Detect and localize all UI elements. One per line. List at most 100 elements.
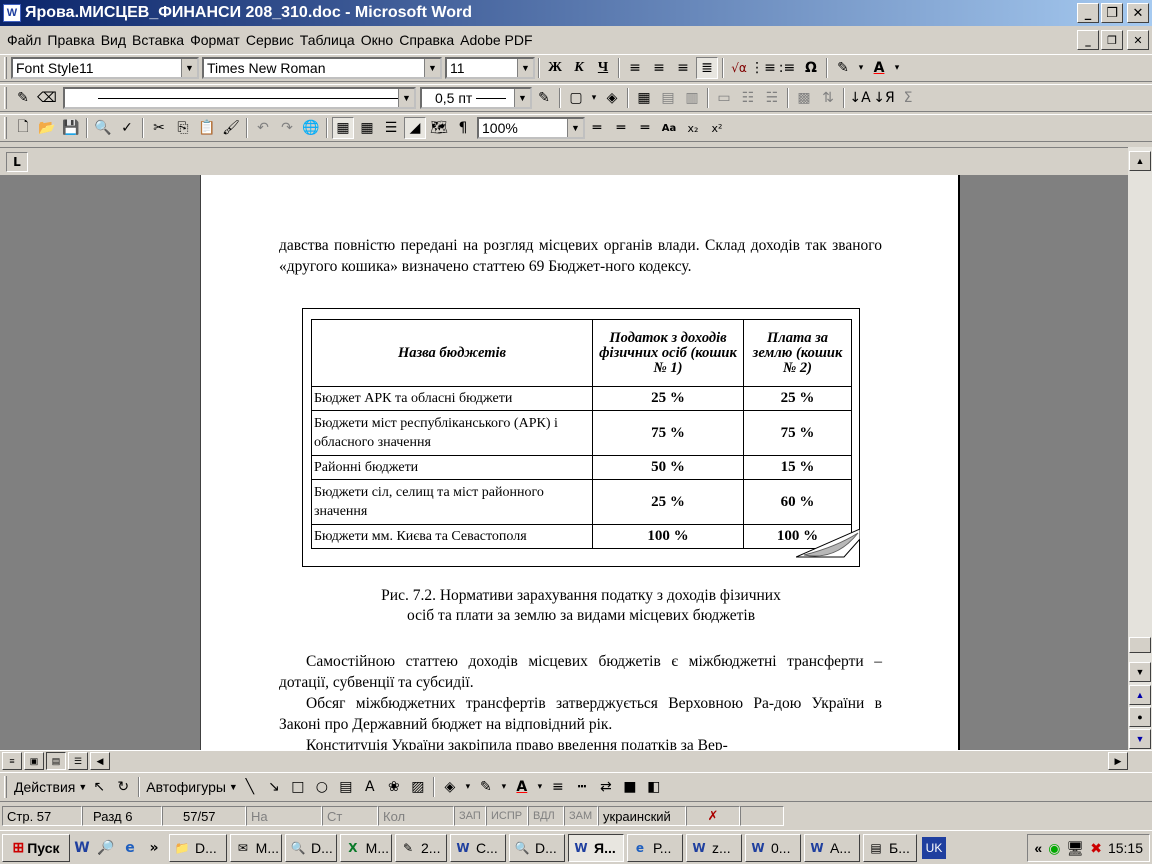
arrow-style-icon[interactable]: ⇄ <box>595 776 617 798</box>
web-view-icon[interactable]: ▣ <box>24 752 44 770</box>
chevron-down-icon[interactable]: ▼ <box>424 59 440 77</box>
word-quicklaunch-icon[interactable]: W <box>71 837 93 859</box>
vertical-scrollbar[interactable]: ▲ ▼ ▲ ● ▼ <box>1128 147 1152 750</box>
zoom-combo[interactable]: 100% ▼ <box>477 117 585 139</box>
horizontal-scrollbar[interactable]: ≡ ▣ ▤ ☰ ◀ ▶ <box>0 750 1152 772</box>
document-map-icon[interactable]: 🗺 <box>428 117 450 139</box>
chevron-down-icon[interactable]: ▾ <box>463 776 473 798</box>
insert-picture-icon[interactable]: ▨ <box>407 776 429 798</box>
font-combo[interactable]: Times New Roman ▼ <box>202 57 442 79</box>
taskbar-item[interactable]: W С... <box>450 833 506 862</box>
font-size-combo[interactable]: 11 ▼ <box>445 57 535 79</box>
toolbar-grip[interactable] <box>4 776 7 798</box>
line-icon[interactable]: ╲ <box>239 776 261 798</box>
document-page[interactable]: давства повністю передані на розгляд міс… <box>200 175 960 750</box>
select-objects-icon[interactable]: ↖ <box>88 776 110 798</box>
superscript-icon[interactable]: x² <box>706 117 728 139</box>
line-spacing-15-icon[interactable]: ═ <box>610 117 632 139</box>
oval-icon[interactable]: ○ <box>311 776 333 798</box>
clock[interactable]: 15:15 <box>1108 840 1143 856</box>
spelling-status-icon[interactable]: ✗ <box>686 806 740 826</box>
line-weight-combo[interactable]: 0,5 пт ▼ <box>420 87 532 109</box>
menu-file[interactable]: Файл <box>4 32 44 48</box>
line-spacing-2-icon[interactable]: ═ <box>634 117 656 139</box>
copy-icon[interactable]: ⎘ <box>172 117 194 139</box>
chevron-down-icon[interactable]: ▼ <box>229 782 238 792</box>
paste-icon[interactable]: 📋 <box>196 117 218 139</box>
budget-table[interactable]: Назва бюджетів Податок з доходів фізични… <box>311 319 852 549</box>
chevron-down-icon[interactable]: ▾ <box>892 57 902 79</box>
tab-selector-icon[interactable]: L <box>6 152 28 172</box>
chevron-down-icon[interactable]: ▾ <box>499 776 509 798</box>
autoshapes-menu[interactable]: Автофигуры <box>143 779 229 795</box>
doc-restore-button[interactable]: ❐ <box>1101 30 1123 50</box>
equation-icon[interactable]: √α <box>728 57 750 79</box>
line-style-icon[interactable]: ≡ <box>547 776 569 798</box>
3d-icon[interactable]: ◧ <box>643 776 665 798</box>
dash-style-icon[interactable]: ┅ <box>571 776 593 798</box>
clipart-icon[interactable]: ❀ <box>383 776 405 798</box>
wordart-icon[interactable]: A <box>359 776 381 798</box>
paragraph[interactable]: Самостійною статтею доходів місцевих бюд… <box>279 651 882 693</box>
drawing-toggle-icon[interactable]: ◢ <box>404 117 426 139</box>
insert-table-icon[interactable]: ▦ <box>356 117 378 139</box>
font-color-icon[interactable]: A <box>868 57 890 79</box>
print-layout-view-icon[interactable]: ▤ <box>46 752 66 770</box>
eraser-icon[interactable]: ⌫ <box>36 87 58 109</box>
toolbar-grip[interactable] <box>4 57 7 79</box>
taskbar-item[interactable]: 🔍 D... <box>509 833 565 862</box>
align-right-icon[interactable]: ≡ <box>672 57 694 79</box>
new-document-icon[interactable]: 🗋 <box>12 117 34 139</box>
scroll-right-icon[interactable]: ▶ <box>1108 752 1128 770</box>
line-style-combo[interactable]: ▼ <box>63 87 416 109</box>
minimize-button[interactable]: _ <box>1077 3 1099 23</box>
taskbar-item[interactable]: e Р... <box>627 833 683 862</box>
borders-icon[interactable]: ▢ <box>565 87 587 109</box>
menu-window[interactable]: Окно <box>358 32 397 48</box>
fill-color-icon[interactable]: ◈ <box>439 776 461 798</box>
undo-icon[interactable]: ↶ <box>252 117 274 139</box>
taskbar-item[interactable]: X M... <box>340 833 392 862</box>
chevron-down-icon[interactable]: ▼ <box>78 782 87 792</box>
insert-table-icon[interactable]: ▦ <box>633 87 655 109</box>
actions-menu[interactable]: Действия <box>11 779 78 795</box>
line-spacing-1-icon[interactable]: ═ <box>586 117 608 139</box>
menu-view[interactable]: Вид <box>98 32 129 48</box>
subscript-icon[interactable]: x₂ <box>682 117 704 139</box>
taskbar-item[interactable]: ▤ Б... <box>863 833 917 862</box>
arrow-icon[interactable]: ↘ <box>263 776 285 798</box>
show-formatting-pilcrow-icon[interactable]: ¶ <box>452 117 474 139</box>
network-status-icon[interactable]: ◉ <box>1048 840 1060 857</box>
justify-icon[interactable]: ≣ <box>696 57 718 79</box>
toolbar-grip[interactable] <box>4 87 7 109</box>
tables-borders-toggle-icon[interactable]: ▦ <box>332 117 354 139</box>
bullets-icon[interactable]: :≡ <box>776 57 798 79</box>
select-browse-object-icon[interactable]: ● <box>1129 707 1151 727</box>
restore-button[interactable]: ❐ <box>1101 3 1123 23</box>
taskbar-item-active[interactable]: W Я... <box>568 833 624 862</box>
chevron-down-icon[interactable]: ▾ <box>856 57 866 79</box>
highlight-icon[interactable]: ✎ <box>832 57 854 79</box>
change-case-icon[interactable]: Aa <box>658 117 680 139</box>
word-doc-icon[interactable]: W <box>3 4 21 22</box>
underline-button[interactable]: Ч <box>592 57 614 79</box>
cut-icon[interactable]: ✂ <box>148 117 170 139</box>
taskbar-item[interactable]: W А... <box>804 833 860 862</box>
toolbar-grip[interactable] <box>4 117 7 139</box>
scroll-left-icon[interactable]: ◀ <box>90 752 110 770</box>
doc-minimize-button[interactable]: _ <box>1077 30 1099 50</box>
menu-table[interactable]: Таблица <box>297 32 358 48</box>
print-preview-icon[interactable]: 🔍 <box>92 117 114 139</box>
italic-button[interactable]: К <box>568 57 590 79</box>
save-icon[interactable]: 💾 <box>60 117 82 139</box>
shading-icon[interactable]: ◈ <box>601 87 623 109</box>
border-color-icon[interactable]: ✎ <box>533 87 555 109</box>
draw-table-pencil-icon[interactable]: ✎ <box>12 87 34 109</box>
chevron-down-icon[interactable]: ▾ <box>535 776 545 798</box>
figure-caption[interactable]: Рис. 7.2. Нормативи зарахування податку … <box>201 586 961 626</box>
taskbar-item[interactable]: ✉ M... <box>230 833 282 862</box>
free-rotate-icon[interactable]: ↻ <box>112 776 134 798</box>
status-overtype[interactable]: ЗАМ <box>564 806 598 826</box>
align-left-icon[interactable]: ≡ <box>624 57 646 79</box>
chevron-left-icon[interactable]: « <box>1034 840 1042 856</box>
